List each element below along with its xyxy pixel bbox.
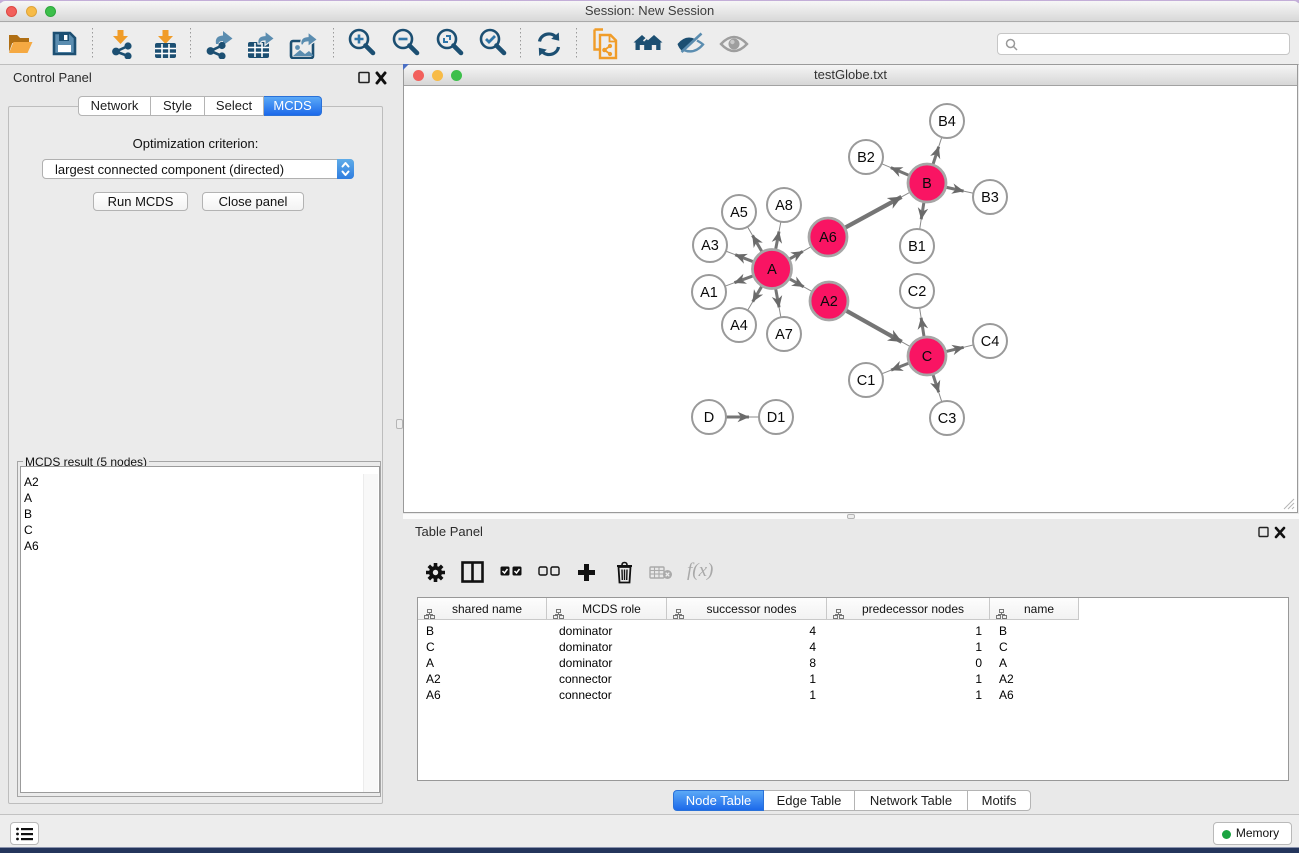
svg-text:A6: A6 bbox=[819, 230, 837, 246]
svg-text:A3: A3 bbox=[701, 238, 719, 254]
svg-text:A1: A1 bbox=[700, 285, 718, 301]
svg-text:A7: A7 bbox=[775, 327, 793, 343]
svg-text:C4: C4 bbox=[981, 334, 1000, 350]
svg-text:A: A bbox=[767, 262, 777, 278]
svg-text:C2: C2 bbox=[908, 284, 927, 300]
svg-text:A8: A8 bbox=[775, 198, 793, 214]
svg-text:B1: B1 bbox=[908, 239, 926, 255]
svg-text:A2: A2 bbox=[820, 294, 838, 310]
svg-text:A5: A5 bbox=[730, 205, 748, 221]
svg-text:A4: A4 bbox=[730, 318, 748, 334]
svg-text:D1: D1 bbox=[767, 410, 786, 426]
svg-text:B: B bbox=[922, 176, 932, 192]
svg-text:C3: C3 bbox=[938, 411, 957, 427]
svg-text:D: D bbox=[704, 410, 714, 426]
svg-text:B4: B4 bbox=[938, 114, 956, 130]
svg-text:C1: C1 bbox=[857, 373, 876, 389]
svg-text:B3: B3 bbox=[981, 190, 999, 206]
svg-text:B2: B2 bbox=[857, 150, 875, 166]
svg-text:C: C bbox=[922, 349, 932, 365]
